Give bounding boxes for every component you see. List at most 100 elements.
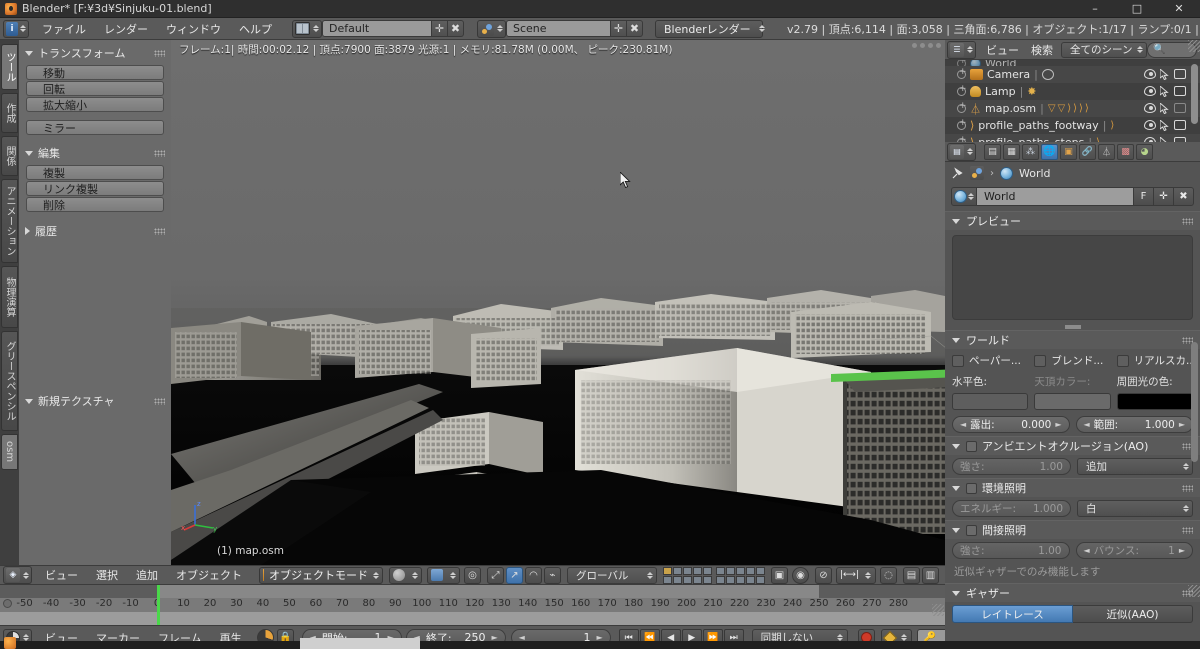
render-visibility-icon[interactable] — [1174, 69, 1186, 79]
area-resize-handle[interactable] — [1188, 40, 1200, 52]
scene-delete-button[interactable]: ✖ — [627, 20, 643, 37]
outliner-display-mode[interactable]: 全てのシーン — [1061, 41, 1147, 58]
render-visibility-icon[interactable] — [1174, 120, 1186, 130]
checkbox-icon[interactable] — [1034, 354, 1047, 367]
render-animation-icon[interactable]: ▥ — [921, 566, 939, 584]
dropdown-env-color[interactable]: 白 — [1077, 500, 1193, 517]
tab-world[interactable]: 🌐 — [1041, 143, 1058, 160]
transform-orientation-selector[interactable]: グローバル — [567, 566, 657, 584]
timeline-ruler[interactable]: -50-40-30-20-100102030405060708090100110… — [0, 585, 945, 625]
layout-name-field[interactable]: Default — [322, 20, 432, 37]
swatch-zenith-color[interactable] — [1034, 393, 1111, 410]
outliner-scrollbar[interactable] — [1191, 64, 1198, 124]
table-row[interactable]: ⟩ profile_paths_footway | ⟩ — [945, 117, 1200, 134]
scene-add-button[interactable]: ✛ — [611, 20, 627, 37]
cursor-select-icon[interactable] — [1160, 120, 1170, 131]
swatch-horizon-color[interactable] — [952, 393, 1029, 410]
manipulator-scale-icon[interactable]: ◠ — [525, 566, 542, 584]
menu-help[interactable]: ヘルプ — [230, 19, 281, 39]
editor-type-selector-properties[interactable]: ▤ — [947, 142, 976, 161]
expand-icon[interactable] — [957, 67, 967, 79]
panel-header-transform[interactable]: トランスフォーム — [19, 40, 171, 65]
layer-group-1[interactable] — [663, 566, 712, 584]
new-world-button[interactable]: ✛ — [1154, 187, 1174, 206]
section-header-environment-lighting[interactable]: 環境照明 — [945, 479, 1200, 497]
layout-delete-button[interactable]: ✖ — [448, 20, 464, 37]
menu-outliner-search[interactable]: 検索 — [1025, 40, 1059, 60]
menu-render[interactable]: レンダー — [95, 19, 157, 39]
panel-header-edit[interactable]: 編集 — [19, 140, 171, 165]
menu-add[interactable]: 追加 — [127, 565, 167, 585]
menu-select[interactable]: 選択 — [87, 565, 127, 585]
manipulator-rotate-icon[interactable]: ↗ — [506, 566, 523, 584]
tool-delete-button[interactable]: 削除 — [26, 197, 164, 212]
preview-resize-handle[interactable] — [945, 323, 1200, 330]
cursor-select-icon[interactable] — [1160, 69, 1170, 80]
manipulator-extra-icon[interactable]: ⌁ — [544, 566, 561, 584]
segment-approximate[interactable]: 近似(AAO) — [1073, 605, 1193, 623]
tab-modifiers[interactable]: ⏃ — [1098, 143, 1115, 160]
manipulator-translate-icon[interactable]: ⤢ — [487, 566, 504, 584]
toggle-blend-sky[interactable]: ブレンド... — [1034, 352, 1110, 369]
field-exposure[interactable]: ◄ 露出: 0.000 ► — [952, 416, 1070, 433]
segment-raytrace[interactable]: レイトレース — [952, 605, 1073, 623]
tab-constraints[interactable]: 🔗 — [1079, 143, 1096, 160]
sidebar-item-grease-pencil[interactable]: グリースペンシル — [1, 331, 18, 431]
editor-type-selector[interactable]: i — [3, 19, 29, 38]
dropdown-ao-blend-mode[interactable]: 追加 — [1077, 458, 1193, 475]
cursor-select-icon[interactable] — [1160, 103, 1170, 114]
tab-render[interactable]: ▤ — [984, 143, 1001, 160]
table-row[interactable]: Camera | — [945, 66, 1200, 83]
layer-group-2[interactable] — [716, 566, 765, 584]
layout-add-button[interactable]: ✛ — [432, 20, 448, 37]
editor-type-selector-outliner[interactable]: ☰ — [947, 40, 976, 59]
section-header-world[interactable]: ワールド — [945, 331, 1200, 349]
sidebar-item-osm[interactable]: osm — [1, 434, 18, 470]
tab-material[interactable]: ◕ — [1136, 143, 1153, 160]
cursor-select-icon[interactable] — [1160, 86, 1170, 97]
scene-name-field[interactable]: Scene — [506, 20, 611, 37]
blender-taskbar-icon[interactable] — [4, 637, 16, 649]
table-row[interactable]: ⟩ profile_paths_steps | ⟩ — [945, 134, 1200, 142]
unlink-world-button[interactable]: ✖ — [1174, 187, 1194, 206]
area-resize-handle[interactable] — [1188, 585, 1200, 597]
tool-move-button[interactable]: 移動 — [26, 65, 164, 80]
checkbox-icon[interactable] — [952, 354, 964, 367]
pivot-point-selector[interactable] — [427, 566, 460, 584]
panel-header-new-texture[interactable]: 新規テクスチャ — [19, 388, 171, 413]
tool-duplicate-button[interactable]: 複製 — [26, 165, 164, 180]
table-row[interactable]: ⏃ map.osm | ▽▽⟩⟩⟩⟩ — [945, 100, 1200, 117]
scene-icon[interactable] — [970, 166, 984, 180]
table-row[interactable]: Lamp | ✸ — [945, 83, 1200, 100]
render-view-icon[interactable]: ▤ — [902, 566, 920, 584]
proportional-edit-icon[interactable]: ◉ — [792, 566, 809, 584]
area-resize-handle[interactable] — [932, 604, 944, 616]
section-header-gather[interactable]: ギャザー — [945, 584, 1200, 602]
taskbar-window-button[interactable] — [300, 638, 420, 649]
swatch-ambient-color[interactable] — [1116, 393, 1193, 410]
menu-object[interactable]: オブジェクト — [167, 565, 251, 585]
tab-render-layers[interactable]: ▦ — [1003, 143, 1020, 160]
screen-layout-selector[interactable] — [292, 19, 322, 38]
eye-icon[interactable] — [1144, 103, 1156, 113]
world-name-field[interactable]: World — [977, 187, 1134, 206]
field-ao-factor[interactable]: 強さ: 1.00 — [952, 458, 1071, 475]
scene-selector[interactable] — [477, 19, 506, 38]
toggle-real-sky[interactable]: リアルスカ... — [1116, 352, 1193, 369]
render-engine-selector[interactable]: Blenderレンダー — [655, 19, 765, 38]
expand-icon[interactable] — [957, 101, 967, 113]
section-header-indirect-lighting[interactable]: 間接照明 — [945, 521, 1200, 539]
tool-mirror-button[interactable]: ミラー — [26, 120, 164, 135]
tool-rotate-button[interactable]: 回転 — [26, 81, 164, 96]
menu-window[interactable]: ウィンドウ — [157, 19, 230, 39]
sidebar-item-tools[interactable]: ツール — [1, 44, 18, 90]
section-header-ambient-occlusion[interactable]: アンビエントオクルージョン(AO) — [945, 437, 1200, 455]
field-range[interactable]: ◄ 範囲: 1.000 ► — [1075, 416, 1193, 433]
list-item[interactable]: World — [945, 60, 1200, 66]
snap-target-selector[interactable]: |⟷| — [836, 566, 876, 584]
eye-icon[interactable] — [1144, 69, 1156, 79]
tool-duplicate-linked-button[interactable]: リンク複製 — [26, 181, 164, 196]
field-env-energy[interactable]: エネルギー: 1.000 — [952, 500, 1071, 517]
tab-data[interactable]: ▩ — [1117, 143, 1134, 160]
section-header-preview[interactable]: プレビュー — [945, 212, 1200, 230]
